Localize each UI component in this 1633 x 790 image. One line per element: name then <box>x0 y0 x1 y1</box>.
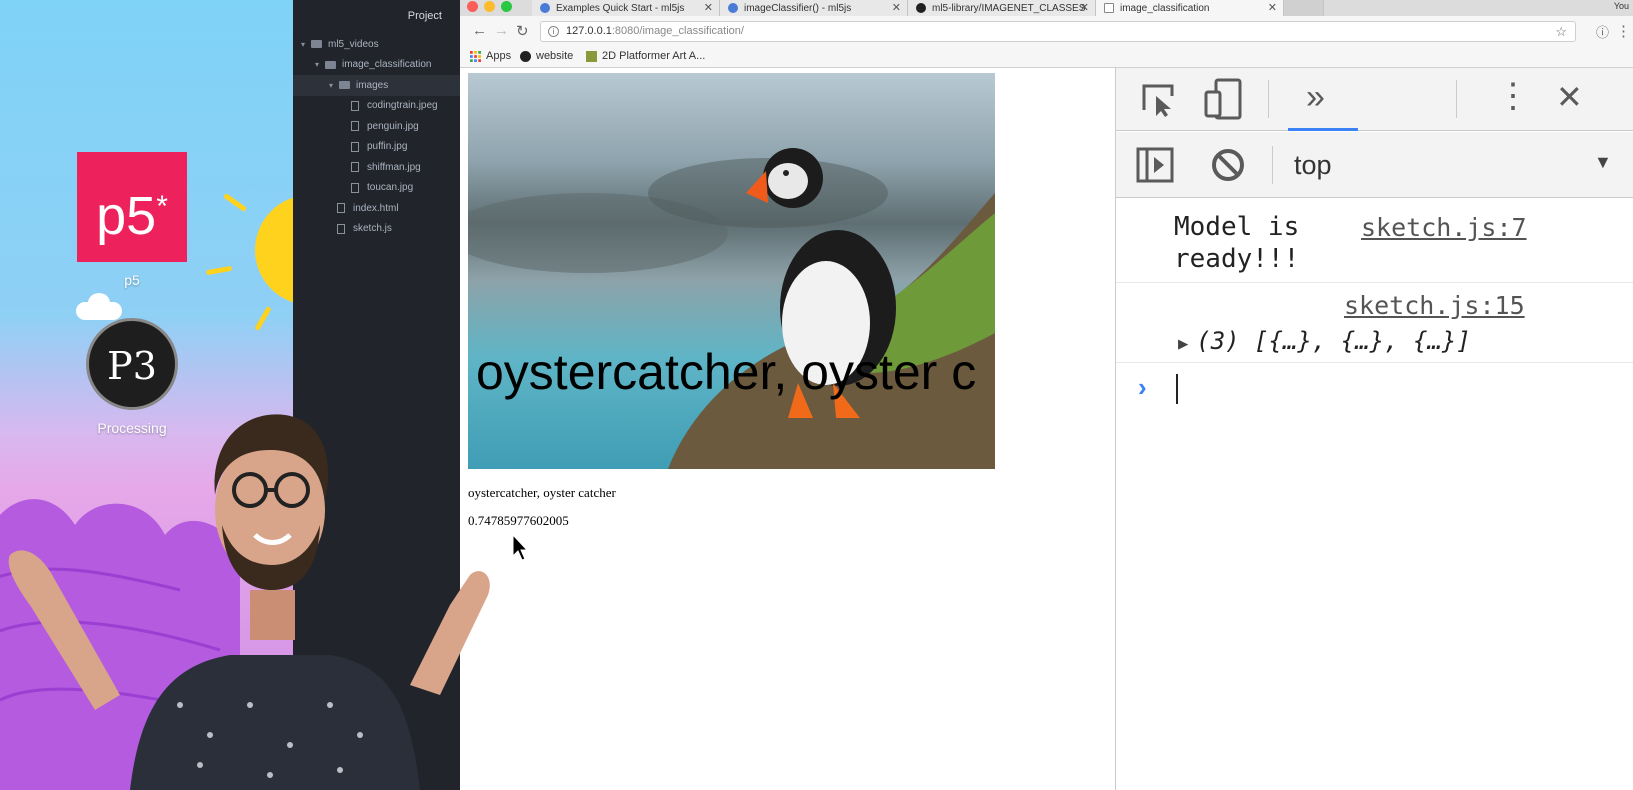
close-icon[interactable]: ✕ <box>892 1 901 14</box>
ml5-icon <box>728 3 738 13</box>
bookmark-apps[interactable]: Apps <box>470 50 511 62</box>
maximize-window-button[interactable] <box>501 1 512 12</box>
more-panels-chevron-icon[interactable]: » <box>1306 78 1325 117</box>
folder-icon <box>325 60 336 69</box>
github-icon <box>520 50 531 62</box>
reload-icon[interactable]: ↻ <box>516 22 529 40</box>
back-arrow-icon[interactable]: ← <box>472 22 487 39</box>
chevron-down-icon: ▾ <box>329 80 334 90</box>
desktop-icon-p5[interactable]: p5* p5 <box>67 152 197 288</box>
console-message: Model is ready!!! sketch.js:7 <box>1116 199 1633 283</box>
chevron-down-icon: ▾ <box>315 60 320 70</box>
minimize-window-button[interactable] <box>484 1 495 12</box>
bookmark-icon <box>586 50 597 62</box>
bookmarks-bar: Apps website 2D Platformer Art A... <box>460 46 1633 68</box>
presenter-overlay <box>8 414 490 790</box>
expand-triangle-icon[interactable]: ▶ <box>1178 334 1188 354</box>
image-file-icon <box>351 100 359 111</box>
classified-image-canvas: oystercatcher, oyster c <box>468 73 995 469</box>
tree-file[interactable]: codingtrain.jpeg <box>293 96 460 117</box>
info-icon[interactable]: i <box>548 26 559 37</box>
show-sidebar-icon[interactable] <box>1136 147 1174 183</box>
text-caret <box>1176 374 1178 404</box>
source-link[interactable]: sketch.js:7 <box>1361 213 1527 242</box>
canvas-label: oystercatcher, oyster c <box>476 344 977 400</box>
inspect-element-icon[interactable] <box>1140 82 1178 118</box>
svg-text:P3: P3 <box>107 344 157 388</box>
document-icon <box>1104 3 1114 13</box>
dropdown-triangle-icon[interactable]: ▼ <box>1594 152 1612 173</box>
close-icon[interactable]: ✕ <box>704 1 713 14</box>
tab-imagenet-classes[interactable]: ml5-library/IMAGENET_CLASSES ✕ <box>908 0 1096 16</box>
clear-console-icon[interactable] <box>1210 147 1246 183</box>
image-file-icon <box>351 141 359 152</box>
star-icon[interactable]: ☆ <box>1555 24 1567 40</box>
mouse-cursor-icon <box>512 534 528 561</box>
p5-logo-icon: p5* <box>77 152 187 262</box>
close-window-button[interactable] <box>467 1 478 12</box>
tree-folder-ml5-videos[interactable]: ▾ ml5_videos <box>293 34 460 55</box>
source-link[interactable]: sketch.js:15 <box>1344 291 1525 320</box>
desktop-icon-label: p5 <box>124 272 140 288</box>
address-bar[interactable]: i 127.0.0.1:8080/image_classification/ ☆ <box>540 21 1576 42</box>
devtools-toolbar: » ⋮ ✕ <box>1116 68 1633 131</box>
page-content: oystercatcher, oyster c oystercatcher, o… <box>460 68 1115 790</box>
close-icon[interactable]: ✕ <box>1080 1 1089 14</box>
tree-file[interactable]: shiffman.jpg <box>293 157 460 178</box>
tree-file[interactable]: toucan.jpg <box>293 178 460 199</box>
prompt-chevron-icon: › <box>1138 372 1147 402</box>
file-icon <box>337 223 345 234</box>
device-toolbar-icon[interactable] <box>1204 78 1244 120</box>
navigation-bar: ← → ↻ i 127.0.0.1:8080/image_classificat… <box>460 16 1633 46</box>
bookmark-website[interactable]: website <box>520 50 573 62</box>
sun-ray <box>254 305 272 332</box>
close-icon[interactable]: ✕ <box>1268 1 1277 14</box>
tree-file[interactable]: puffin.jpg <box>293 137 460 158</box>
folder-icon <box>339 81 350 90</box>
bookmark-2d-platformer[interactable]: 2D Platformer Art A... <box>586 50 705 62</box>
devtools-panel: » ⋮ ✕ top ▼ Model is ready!!! sketch.js:… <box>1115 68 1633 790</box>
sun-ray <box>205 265 233 276</box>
console-message: sketch.js:15 ▶ (3) [{…}, {…}, {…}] <box>1116 283 1633 363</box>
chevron-down-icon: ▾ <box>301 39 306 49</box>
console-prompt[interactable]: › <box>1116 368 1633 408</box>
tree-file[interactable]: index.html <box>293 198 460 219</box>
folder-icon <box>311 40 322 49</box>
tab-examples-quick-start[interactable]: Examples Quick Start - ml5js ✕ <box>532 0 720 16</box>
ml5-icon <box>540 3 550 13</box>
tree-folder-image-classification[interactable]: ▾ image_classification <box>293 55 460 76</box>
new-tab-button[interactable] <box>1284 0 1324 16</box>
kebab-menu-icon[interactable]: ⋮ <box>1496 76 1530 116</box>
tree-folder-images[interactable]: ▾ images <box>293 75 460 96</box>
file-tree: ▾ ml5_videos ▾ image_classification ▾ image… <box>293 34 460 239</box>
tree-file[interactable]: penguin.jpg <box>293 116 460 137</box>
project-header: Project <box>407 10 442 22</box>
expandable-array[interactable]: ▶ (3) [{…}, {…}, {…}] <box>1178 327 1471 355</box>
image-file-icon <box>351 121 359 132</box>
image-file-icon <box>351 162 359 173</box>
sun-illustration <box>255 195 295 305</box>
github-icon <box>916 3 926 13</box>
puffin-photo <box>468 148 995 469</box>
forward-arrow-icon[interactable]: → <box>494 22 509 39</box>
context-selector[interactable]: top <box>1294 150 1332 181</box>
console-toolbar: top ▼ <box>1116 132 1633 198</box>
tree-file[interactable]: sketch.js <box>293 219 460 240</box>
extension-icon[interactable]: ⓘ <box>1596 22 1609 41</box>
apps-grid-icon <box>470 50 481 62</box>
file-icon <box>337 203 345 214</box>
browser-window: Examples Quick Start - ml5js ✕ imageClass… <box>460 0 1633 790</box>
sun-ray <box>222 192 248 213</box>
tab-imageclassifier[interactable]: imageClassifier() - ml5js ✕ <box>720 0 908 16</box>
tab-strip: Examples Quick Start - ml5js ✕ imageClass… <box>460 0 1633 16</box>
profile-label[interactable]: You <box>1614 1 1629 11</box>
image-file-icon <box>351 182 359 193</box>
processing-logo-icon: P3 <box>86 318 178 410</box>
menu-kebab-icon[interactable]: ⋮ <box>1616 22 1631 40</box>
active-panel-indicator <box>1288 128 1358 131</box>
tab-image-classification[interactable]: image_classification ✕ <box>1096 0 1284 16</box>
close-devtools-icon[interactable]: ✕ <box>1556 78 1583 116</box>
